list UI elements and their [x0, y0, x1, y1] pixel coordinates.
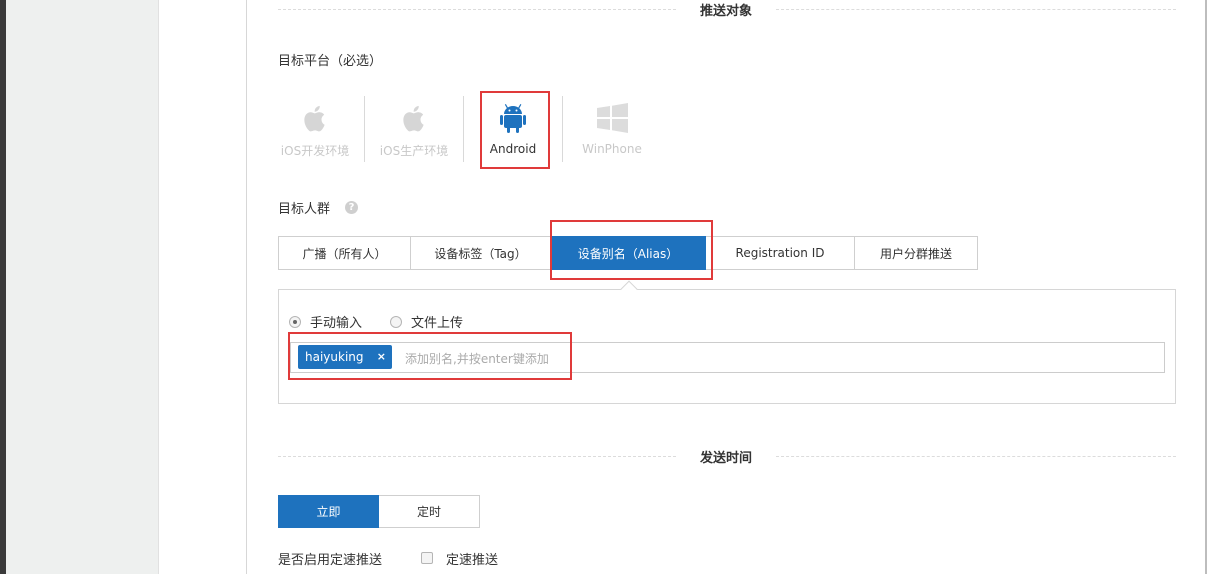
radio-label: 文件上传	[411, 316, 464, 331]
windows-icon	[597, 103, 628, 133]
rate-limit-label: 是否启用定速推送	[278, 553, 383, 568]
apple-icon	[403, 105, 424, 132]
divider-line-left	[278, 9, 676, 10]
platform-name: iOS生产环境	[379, 144, 449, 158]
platform-winphone[interactable]: WinPhone	[563, 96, 661, 164]
divider-line-right	[776, 456, 1176, 457]
divider-line-right	[776, 9, 1176, 10]
divider-line-left	[278, 456, 676, 457]
platform-name: iOS开发环境	[280, 144, 350, 158]
scrollbar-track[interactable]	[1205, 0, 1207, 574]
radio-manual-input[interactable]: 手动输入	[289, 312, 362, 331]
rate-limit-checkbox[interactable]	[421, 552, 433, 564]
send-now-button[interactable]: 立即	[278, 495, 379, 528]
platform-ios-dev[interactable]: iOS开发环境	[266, 96, 365, 164]
radio-label: 手动输入	[310, 316, 363, 331]
section-divider-target: 推送对象	[278, 0, 1176, 20]
radio-file-upload[interactable]: 文件上传	[390, 312, 463, 331]
annotation-box-alias-tab	[550, 220, 713, 280]
platform-ios-prod[interactable]: iOS生产环境	[365, 96, 464, 164]
sidebar-pane	[6, 0, 158, 574]
sidebar-divider	[158, 0, 159, 574]
section-divider-send-time: 发送时间	[278, 447, 1176, 467]
tab-registration-id[interactable]: Registration ID	[706, 236, 855, 270]
help-icon[interactable]: ?	[345, 201, 358, 214]
radio-button[interactable]	[390, 315, 402, 328]
send-time-toggle: 立即 定时	[278, 495, 480, 528]
audience-label: 目标人群	[278, 202, 331, 217]
section-title-target: 推送对象	[699, 4, 752, 19]
section-title-send-time: 发送时间	[699, 451, 752, 466]
content-border	[246, 0, 247, 574]
tab-user-segment[interactable]: 用户分群推送	[855, 236, 978, 270]
tab-tag[interactable]: 设备标签（Tag）	[411, 236, 551, 270]
platform-label: 目标平台（必选）	[278, 54, 383, 69]
tab-broadcast[interactable]: 广播（所有人）	[278, 236, 411, 270]
radio-button[interactable]	[289, 315, 301, 328]
platform-name: WinPhone	[582, 142, 642, 156]
rate-limit-checkbox-label[interactable]: 定速推送	[446, 549, 498, 568]
schedule-button[interactable]: 定时	[379, 495, 480, 528]
annotation-box-alias-input	[288, 332, 572, 380]
apple-icon	[304, 105, 325, 132]
annotation-box-android	[480, 91, 550, 169]
